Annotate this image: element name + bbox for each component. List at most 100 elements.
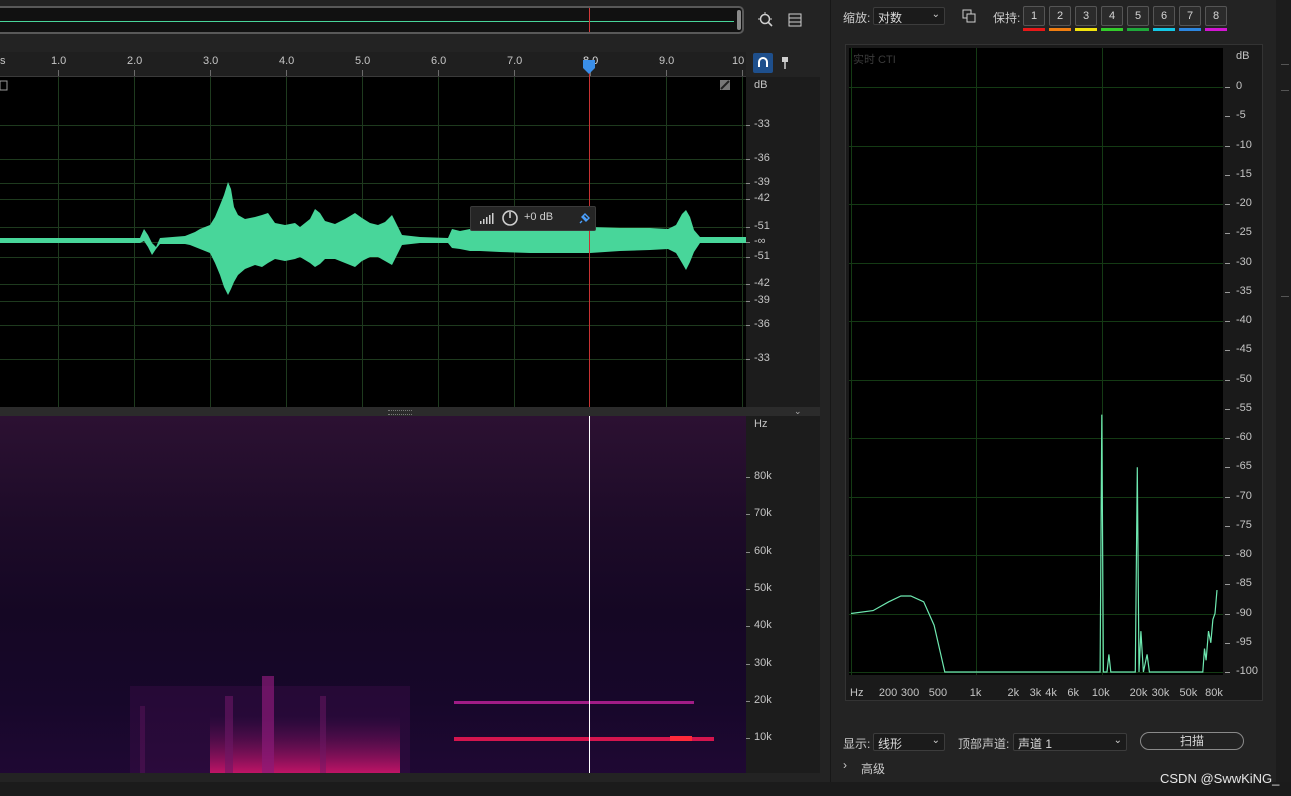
playhead-line[interactable]	[589, 62, 590, 407]
channel-dropdown[interactable]: 声道 1 ⌄	[1013, 733, 1127, 751]
spectrum-y-tick	[1225, 379, 1230, 381]
view-divider[interactable]: ⌄	[0, 406, 820, 416]
snap-icon[interactable]	[753, 53, 773, 73]
db-unit: dB	[754, 79, 768, 91]
spectrum-y-label: -40	[1236, 314, 1252, 326]
db-label: -36	[754, 152, 770, 164]
spectrum-y-label: -95	[1236, 635, 1252, 648]
hz-unit: Hz	[754, 418, 768, 430]
zoom-dropdown[interactable]: 对数 ⌄	[873, 7, 945, 25]
gain-value[interactable]: +0 dB	[524, 211, 553, 223]
spectrum-y-label: -10	[1236, 138, 1252, 151]
waveform-shape	[0, 80, 746, 295]
spectrum-y-label: -85	[1236, 577, 1252, 590]
chevron-down-icon: ⌄	[931, 735, 940, 746]
scan-button[interactable]: 扫描	[1140, 732, 1244, 750]
spectrum-y-label: -60	[1236, 431, 1252, 443]
hold-button-8[interactable]: 8	[1205, 6, 1227, 26]
zoom-icon[interactable]	[756, 10, 776, 30]
hold-button-6[interactable]: 6	[1153, 6, 1175, 26]
marker-icon[interactable]	[775, 53, 795, 73]
chevron-right-icon[interactable]: ›	[843, 758, 847, 772]
spectrum-y-label: -100	[1236, 665, 1259, 677]
ruler-tick: 7.0	[507, 55, 523, 67]
right-edge-strip	[1276, 0, 1291, 782]
spectrum-y-label: -35	[1236, 284, 1252, 297]
hold-button-5[interactable]: 5	[1127, 6, 1149, 26]
display-value: 线形	[878, 737, 903, 751]
spectrum-y-tick	[1225, 291, 1230, 293]
waveform-editor: s 1.0 2.0 3.0 4.0 5.0 6.0 7.0 8.0 9.0 10	[0, 0, 820, 796]
hold-color-7	[1179, 28, 1201, 31]
display-dropdown[interactable]: 线形 ⌄	[873, 733, 945, 751]
spectrum-y-tick	[1225, 584, 1230, 586]
spectrum-x-label: 300	[900, 687, 920, 699]
overview-scroll-handle[interactable]	[737, 10, 741, 30]
hold-color-6	[1153, 28, 1175, 31]
ruler-start-label: s	[0, 55, 6, 67]
hz-label: 30k	[754, 657, 772, 669]
spectrum-x-label: 500	[928, 687, 948, 699]
spectrum-x-label: 3k	[1029, 687, 1042, 699]
pin-icon[interactable]	[579, 212, 591, 224]
db-label: -42	[754, 277, 770, 289]
spectrum-y-tick	[1225, 321, 1230, 322]
spectrum-line	[850, 414, 1218, 673]
list-icon[interactable]	[785, 10, 805, 30]
spectrum-y-tick	[1225, 496, 1230, 498]
playhead-icon[interactable]	[583, 60, 595, 74]
spectrum-y-tick	[1225, 174, 1230, 176]
spectrum-x-label: 4k	[1045, 687, 1057, 699]
spectrogram-playhead	[589, 416, 590, 773]
hold-button-3[interactable]: 3	[1075, 6, 1097, 26]
db-label: -∞	[754, 235, 766, 247]
spectrum-y-tick	[1225, 525, 1230, 527]
spectrum-y-label: -90	[1236, 606, 1252, 619]
spectrum-y-label: -65	[1236, 460, 1252, 473]
spectrum-x-label: 30k	[1151, 687, 1170, 699]
hold-button-7[interactable]: 7	[1179, 6, 1201, 26]
hold-button-1[interactable]: 1	[1023, 6, 1045, 26]
frequency-scale[interactable]: Hz 80k 70k 60k 50k 40k 30k 20k 10k	[746, 416, 820, 773]
watermark: CSDN @SwwKiNG_	[1160, 771, 1280, 786]
db-label: -39	[754, 176, 770, 188]
spectrogram-display[interactable]	[0, 416, 746, 773]
channel-value: 声道 1	[1018, 737, 1053, 751]
hold-label: 保持:	[993, 11, 1021, 25]
ruler-tick: 2.0	[127, 55, 143, 67]
zoom-label: 缩放:	[843, 11, 871, 25]
hz-label: 60k	[754, 545, 772, 557]
hold-color-8	[1205, 28, 1227, 31]
spectrum-y-label: -55	[1236, 401, 1252, 414]
spectrum-y-tick	[1225, 438, 1230, 439]
amplitude-scale[interactable]: dB -33 -36 -39 -42 -51 -∞ -51 -42 -39 -3…	[746, 77, 820, 407]
spectrum-y-tick	[1225, 204, 1230, 205]
gain-meter-icon	[480, 213, 494, 224]
spectrum-y-tick	[1225, 233, 1230, 235]
time-ruler[interactable]: s 1.0 2.0 3.0 4.0 5.0 6.0 7.0 8.0 9.0 10	[0, 52, 746, 77]
spectrum-y-label: -5	[1236, 109, 1246, 122]
spectrum-x-label: 1k	[969, 687, 982, 699]
status-bar	[0, 782, 1291, 796]
channel-label: 顶部声道:	[958, 737, 1010, 751]
spectrum-y-tick	[1225, 467, 1230, 469]
copy-icon[interactable]	[962, 9, 976, 26]
gain-hud[interactable]: +0 dB	[470, 206, 596, 231]
spectrum-y-label: -70	[1236, 489, 1252, 502]
spectrum-y-tick	[1225, 87, 1230, 88]
spectrogram-content	[130, 676, 714, 773]
db-label: -39	[754, 294, 770, 306]
spectrum-y-label: -75	[1236, 518, 1252, 531]
spectrum-plot[interactable]: 实时 CTI	[849, 48, 1223, 675]
ruler-tick: 10	[732, 55, 745, 67]
spectrum-x-label: 10k	[1091, 687, 1110, 699]
hold-button-2[interactable]: 2	[1049, 6, 1071, 26]
waveform-display[interactable]	[0, 77, 746, 407]
hold-color-3	[1075, 28, 1097, 31]
spectrum-y-tick	[1225, 613, 1230, 615]
spectrum-y-label: -20	[1236, 197, 1252, 209]
hold-button-4[interactable]: 4	[1101, 6, 1123, 26]
knob-icon[interactable]	[501, 209, 519, 227]
overview-bar[interactable]	[0, 6, 744, 34]
advanced-toggle[interactable]: 高级	[861, 760, 885, 777]
